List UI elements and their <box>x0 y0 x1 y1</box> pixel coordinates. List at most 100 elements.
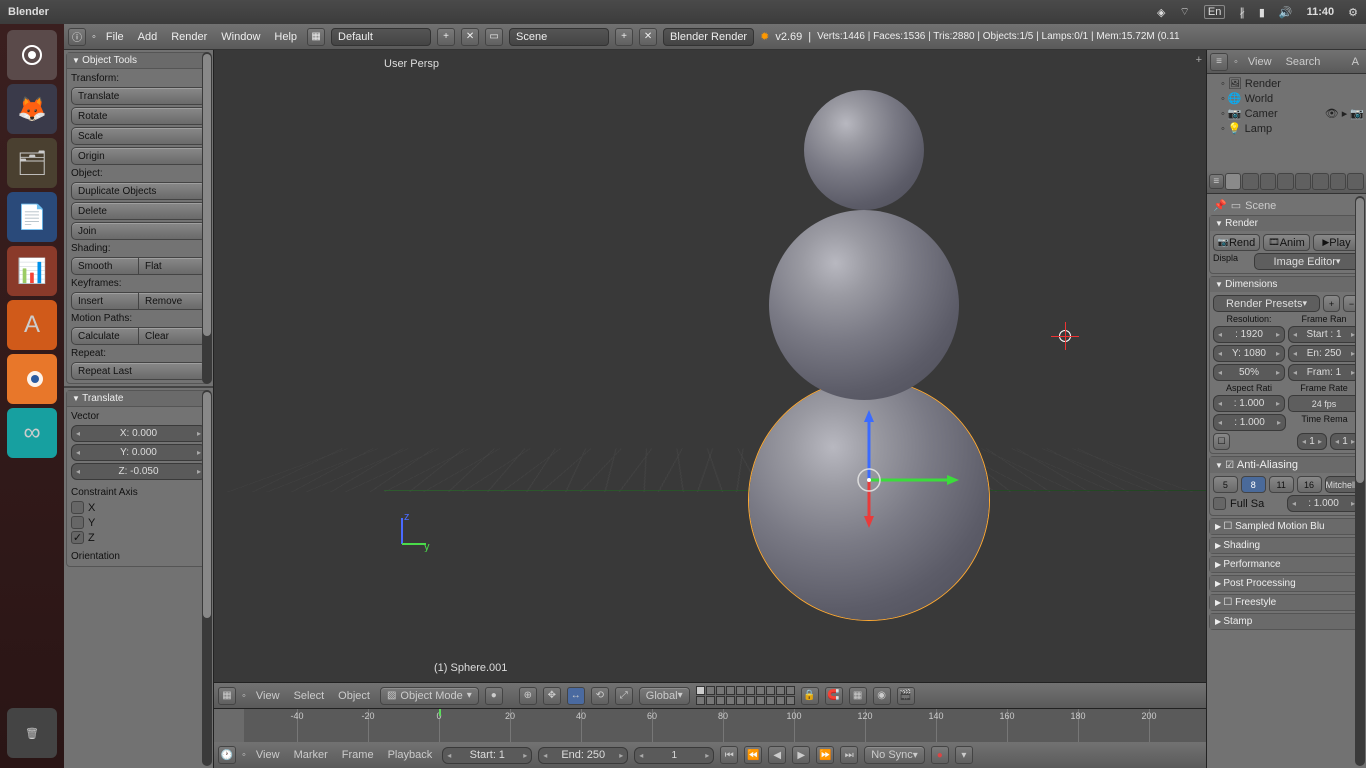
repeat-last-button[interactable]: Repeat Last <box>71 362 206 380</box>
snap-icon[interactable]: 🧲 <box>825 687 843 705</box>
display-select[interactable]: Image Editor ▾ <box>1254 253 1360 270</box>
dash-icon[interactable] <box>7 30 57 80</box>
join-button[interactable]: Join <box>71 222 206 240</box>
sphere-top[interactable] <box>804 90 924 210</box>
tree-camera[interactable]: ◦ 📷 Camer 👁 ▸ 📷 <box>1209 106 1364 121</box>
keying-set-icon[interactable]: ▾ <box>955 746 973 764</box>
rotate-button[interactable]: Rotate <box>71 107 206 125</box>
insert-keyframe-button[interactable]: Insert <box>71 292 139 310</box>
proportional-icon[interactable]: ◉ <box>873 687 891 705</box>
timeline-ruler[interactable]: -40-200204060801001201401601802002202402… <box>244 709 1206 743</box>
vp-menu-select[interactable]: Select <box>290 690 329 702</box>
messaging-icon[interactable]: ◈ <box>1157 6 1165 19</box>
constraint-x-check[interactable]: X <box>71 501 206 514</box>
volume-icon[interactable]: 🔊 <box>1279 6 1293 19</box>
tab-modifiers[interactable] <box>1330 173 1347 190</box>
software-center-icon[interactable]: A <box>7 300 57 350</box>
manipulator-scale-icon[interactable]: ⤢ <box>615 687 633 705</box>
tab-world[interactable] <box>1277 173 1294 190</box>
duplicate-button[interactable]: Duplicate Objects <box>71 182 206 200</box>
remove-keyframe-button[interactable]: Remove <box>139 292 206 310</box>
tl-menu-view[interactable]: View <box>252 749 284 761</box>
aa-11[interactable]: 11 <box>1269 476 1294 493</box>
writer-icon[interactable]: 📄 <box>7 192 57 242</box>
translate-button[interactable]: Translate <box>71 87 206 105</box>
panel-performance[interactable]: Performance <box>1210 557 1363 572</box>
panel-post-processing[interactable]: Post Processing <box>1210 576 1363 591</box>
editor-type-icon[interactable]: ⓘ <box>68 28 86 46</box>
menu-file[interactable]: File <box>102 31 128 43</box>
vp-menu-object[interactable]: Object <box>334 690 374 702</box>
ol-collapse-icon[interactable]: ◦ <box>1234 56 1238 68</box>
render-presets[interactable]: Render Presets ▾ <box>1213 295 1320 312</box>
border-check[interactable]: ☐ <box>1213 433 1230 450</box>
frame-start[interactable]: Start : 1 <box>1288 326 1360 343</box>
tl-menu-marker[interactable]: Marker <box>290 749 332 761</box>
smooth-button[interactable]: Smooth <box>71 257 139 275</box>
tab-object[interactable] <box>1295 173 1312 190</box>
remap-old[interactable]: 1 <box>1297 433 1327 450</box>
editor-type-3dview-icon[interactable]: ▦ <box>218 687 236 705</box>
vector-z-field[interactable]: Z: -0.050 <box>71 463 206 480</box>
clear-button[interactable]: Clear <box>139 327 206 345</box>
play-render-button[interactable]: ▶Play <box>1313 234 1360 251</box>
transform-gizmo[interactable] <box>809 410 969 550</box>
manipulator-rotate-icon[interactable]: ⟲ <box>591 687 609 705</box>
tab-render-layers[interactable] <box>1242 173 1259 190</box>
res-pct[interactable]: 50% <box>1213 364 1285 381</box>
editor-type-outliner-icon[interactable]: ≡ <box>1210 53 1228 71</box>
panel-stamp[interactable]: Stamp <box>1210 614 1363 629</box>
panel-sampled-motion-blu[interactable]: ☐ Sampled Motion Blu <box>1210 519 1363 534</box>
bluetooth-icon[interactable]: ∦ <box>1239 6 1245 19</box>
props-scrollbar[interactable] <box>1355 196 1365 766</box>
firefox-icon[interactable]: 🦊 <box>7 84 57 134</box>
render-button[interactable]: 📷Rend <box>1213 234 1260 251</box>
render-preview-icon[interactable]: 🎬 <box>897 687 915 705</box>
gear-icon[interactable]: ⚙ <box>1348 6 1358 19</box>
tl-collapse-icon[interactable]: ◦ <box>242 749 246 761</box>
tree-render-layers[interactable]: ◦ 🖼 Render <box>1209 76 1364 91</box>
files-icon[interactable]: 🗂 <box>7 138 57 188</box>
ol-search[interactable]: Search <box>1282 56 1325 68</box>
engine-select[interactable]: Blender Render <box>663 28 754 46</box>
mode-select[interactable]: ▨ Object Mode ▾ <box>380 687 479 705</box>
calculate-button[interactable]: Calculate <box>71 327 139 345</box>
dimensions-header[interactable]: Dimensions <box>1210 277 1363 292</box>
pin-icon[interactable]: 📌 <box>1213 199 1227 212</box>
collapse-icon[interactable]: ◦ <box>242 690 246 702</box>
vector-y-field[interactable]: Y: 0.000 <box>71 444 206 461</box>
clock[interactable]: 11:40 <box>1307 6 1335 18</box>
panel-freestyle[interactable]: ☐ Freestyle <box>1210 595 1363 610</box>
tab-constraints[interactable] <box>1312 173 1329 190</box>
arduino-icon[interactable]: ∞ <box>7 408 57 458</box>
add-screen-icon[interactable]: + <box>437 28 455 46</box>
object-tools-header[interactable]: Object Tools <box>67 53 210 69</box>
tl-menu-frame[interactable]: Frame <box>338 749 378 761</box>
delete-button[interactable]: Delete <box>71 202 206 220</box>
full-sample-check[interactable]: Full Sa <box>1213 495 1284 512</box>
viewport-plus-icon[interactable]: + <box>1196 54 1202 66</box>
sync-select[interactable]: No Sync ▾ <box>864 746 925 764</box>
menu-add[interactable]: Add <box>134 31 162 43</box>
operator-scrollbar[interactable] <box>202 390 212 766</box>
menu-render[interactable]: Render <box>167 31 211 43</box>
layers-grid[interactable] <box>696 686 795 705</box>
jump-start-icon[interactable]: ⏮ <box>720 746 738 764</box>
aa-header[interactable]: ☑ Anti-Aliasing <box>1210 457 1363 473</box>
screen-layout-field[interactable]: Default <box>331 28 431 46</box>
aa-8[interactable]: 8 <box>1241 476 1266 493</box>
vector-x-field[interactable]: X: 0.000 <box>71 425 206 442</box>
autokey-icon[interactable]: ● <box>931 746 949 764</box>
snap-type-icon[interactable]: ▦ <box>849 687 867 705</box>
panel-shading[interactable]: Shading <box>1210 538 1363 553</box>
toolshelf-scrollbar[interactable] <box>202 52 212 384</box>
render-panel-header[interactable]: Render <box>1210 216 1363 231</box>
res-x[interactable]: : 1920 <box>1213 326 1285 343</box>
tab-scene[interactable] <box>1260 173 1277 190</box>
keyframe-next-icon[interactable]: ⏩ <box>816 746 834 764</box>
battery-icon[interactable]: ▮ <box>1259 6 1265 19</box>
del-screen-icon[interactable]: ✕ <box>461 28 479 46</box>
play-icon[interactable]: ▶ <box>792 746 810 764</box>
vp-menu-view[interactable]: View <box>252 690 284 702</box>
aspect-y[interactable]: : 1.000 <box>1213 414 1286 431</box>
